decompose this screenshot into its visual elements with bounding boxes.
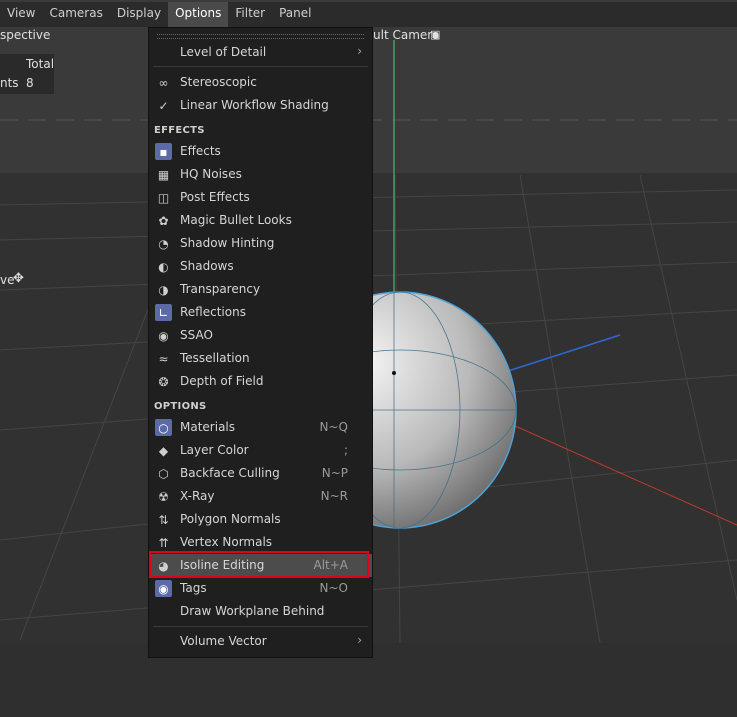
effects-icon: ▪ <box>155 143 172 160</box>
menu-item-volume-vector[interactable]: Volume Vector › <box>149 630 372 653</box>
checkmark-icon: ✓ <box>158 98 169 113</box>
menu-view[interactable]: View <box>0 0 42 27</box>
menu-item-polygon-normals[interactable]: ⇅ Polygon Normals <box>149 508 372 531</box>
menu-item-tags[interactable]: ◉ Tags N~O <box>149 577 372 600</box>
camera-icon[interactable]: ▣ <box>430 28 440 41</box>
cube-icon: ⬡ <box>158 466 169 481</box>
bullet-icon: ✿ <box>158 213 169 228</box>
shadow-hint-icon: ◔ <box>158 236 169 251</box>
noise-icon: ▦ <box>157 167 170 182</box>
menu-display[interactable]: Display <box>110 0 168 27</box>
materials-icon: ○ <box>155 419 172 436</box>
menu-item-layer-color[interactable]: ◆ Layer Color ; <box>149 439 372 462</box>
hud-total-header: Total <box>26 57 55 71</box>
menu-item-linear-workflow[interactable]: ✓ Linear Workflow Shading <box>149 94 372 117</box>
menu-item-x-ray[interactable]: ☢ X-Ray N~R <box>149 485 372 508</box>
menu-separator <box>153 626 368 627</box>
menu-filter[interactable]: Filter <box>228 0 272 27</box>
menu-options[interactable]: Options <box>168 0 229 27</box>
menu-item-shadow-hinting[interactable]: ◔ Shadow Hinting <box>149 232 372 255</box>
menu-item-shadows[interactable]: ◐ Shadows <box>149 255 372 278</box>
menu-item-transparency[interactable]: ◑ Transparency <box>149 278 372 301</box>
ssao-icon: ◉ <box>158 328 169 343</box>
menu-item-tessellation[interactable]: ≈ Tessellation <box>149 347 372 370</box>
menu-item-level-of-detail[interactable]: Level of Detail › <box>149 41 372 64</box>
menu-item-depth-of-field[interactable]: ❂ Depth of Field <box>149 370 372 393</box>
chevron-right-icon: › <box>357 44 362 58</box>
menu-item-backface-culling[interactable]: ⬡ Backface Culling N~P <box>149 462 372 485</box>
layers-icon: ◆ <box>158 443 169 458</box>
section-header-options: OPTIONS <box>154 401 207 412</box>
polygon-normals-icon: ⇅ <box>158 512 169 527</box>
menu-item-magic-bullet-looks[interactable]: ✿ Magic Bullet Looks <box>149 209 372 232</box>
reflections-icon: ∟ <box>155 304 172 321</box>
xray-icon: ☢ <box>158 489 169 504</box>
menu-separator <box>153 66 368 67</box>
aperture-icon: ❂ <box>158 374 169 389</box>
glasses-icon: ∞ <box>158 75 169 90</box>
transparency-icon: ◑ <box>158 282 169 297</box>
move-icon[interactable]: ✥ <box>13 271 24 286</box>
menu-item-effects[interactable]: ▪ Effects <box>149 140 372 163</box>
highlight-box <box>149 551 369 578</box>
tessellation-icon: ≈ <box>158 351 169 366</box>
section-header-effects: EFFECTS <box>154 125 205 136</box>
viewport-menubar: View Cameras Display Options Filter Pane… <box>0 0 737 27</box>
menu-item-ssao[interactable]: ◉ SSAO <box>149 324 372 347</box>
view-name-label: spective <box>0 28 51 42</box>
menu-item-post-effects[interactable]: ◫ Post Effects <box>149 186 372 209</box>
hud-row-label: nts <box>0 76 19 90</box>
menu-item-reflections[interactable]: ∟ Reflections <box>149 301 372 324</box>
chevron-right-icon: › <box>357 633 362 647</box>
shadows-icon: ◐ <box>158 259 169 274</box>
menu-panel[interactable]: Panel <box>272 0 318 27</box>
menu-item-stereoscopic[interactable]: ∞ Stereoscopic <box>149 71 372 94</box>
vertex-normals-icon: ⇈ <box>158 535 169 550</box>
menu-cameras[interactable]: Cameras <box>42 0 109 27</box>
clapper-icon: ◫ <box>157 190 170 205</box>
menu-tearoff[interactable] <box>157 34 364 39</box>
menu-item-draw-workplane-behind[interactable]: Draw Workplane Behind <box>149 600 372 623</box>
eye-icon: ◉ <box>155 580 172 597</box>
menu-item-materials[interactable]: ○ Materials N~Q <box>149 416 372 439</box>
menu-item-hq-noises[interactable]: ▦ HQ Noises <box>149 163 372 186</box>
hud-row-value: 8 <box>26 76 34 90</box>
